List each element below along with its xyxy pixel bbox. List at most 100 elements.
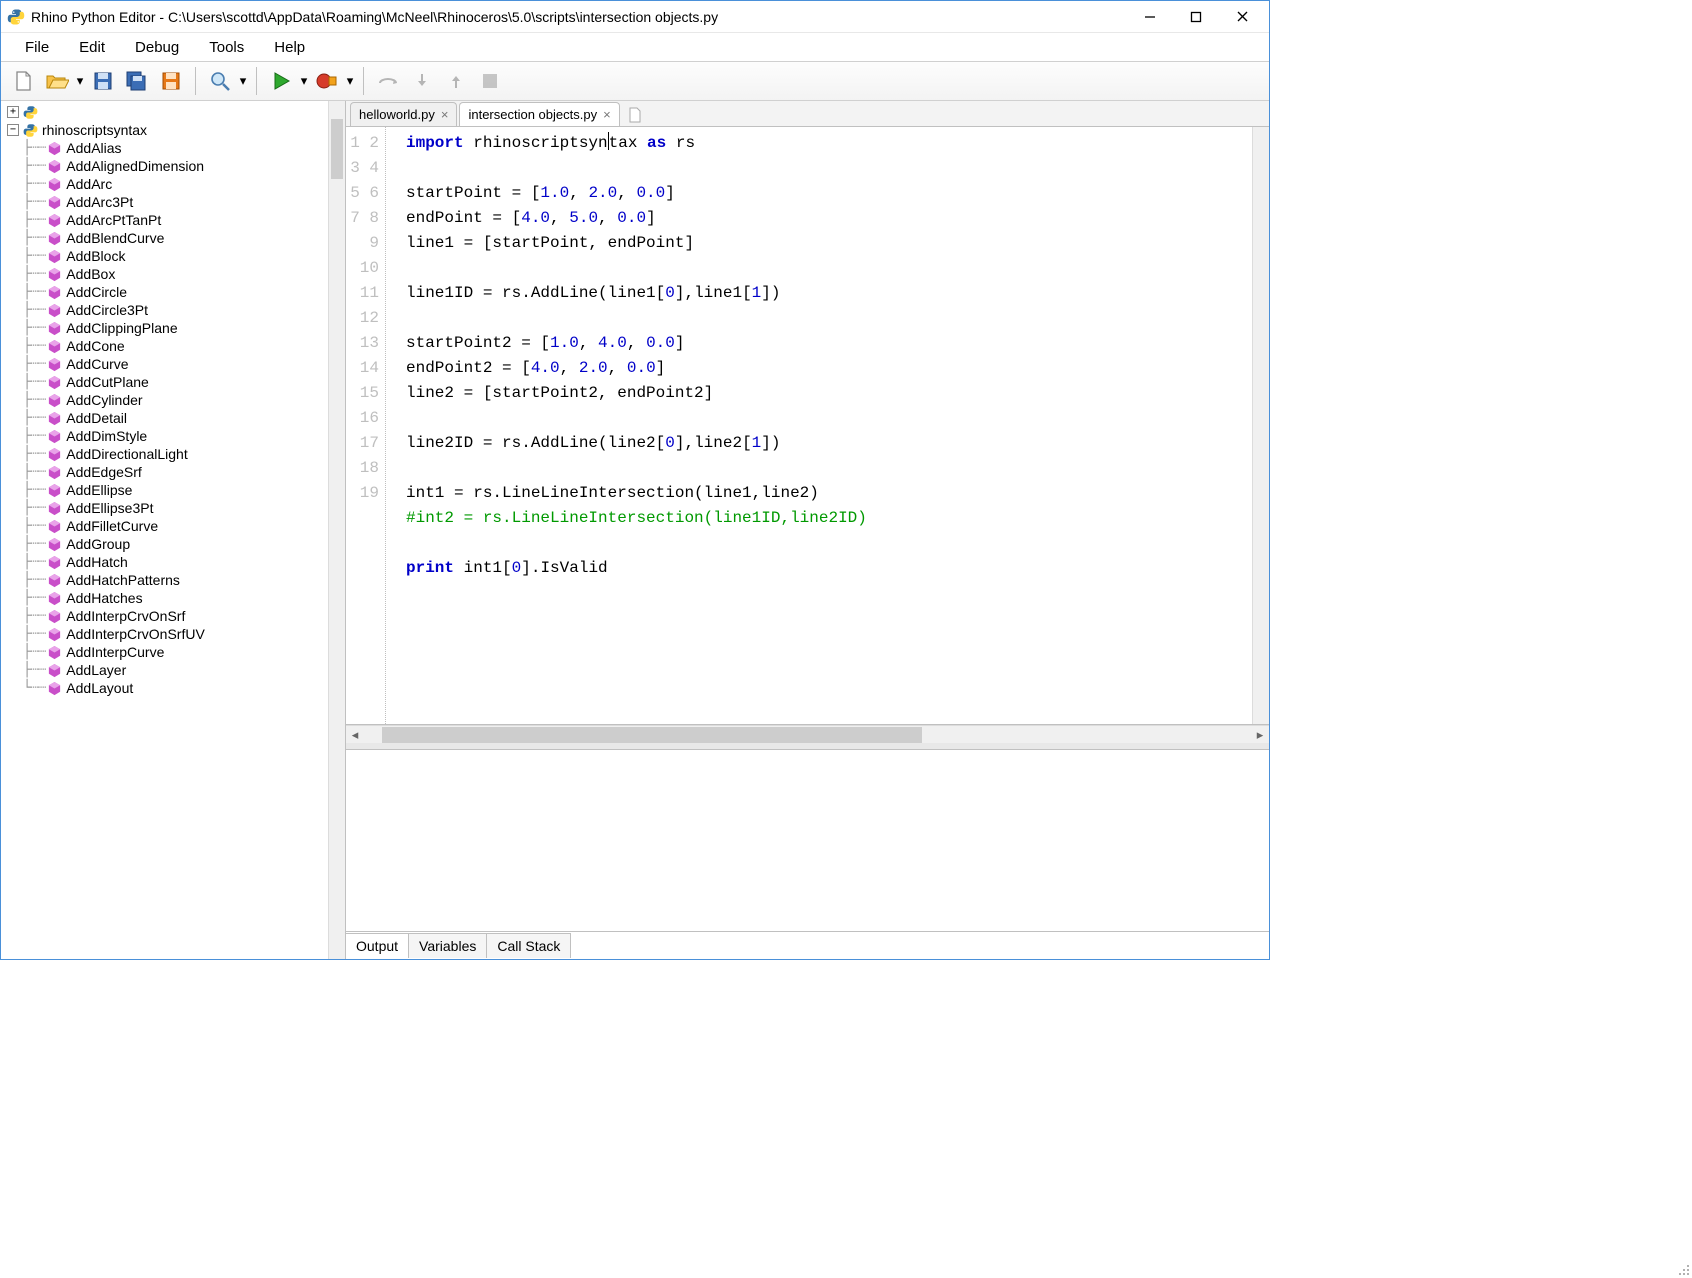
tree-item[interactable]: ├┈┈AddLayer <box>1 661 345 679</box>
code-editor[interactable]: 1 2 3 4 5 6 7 8 9 10 11 12 13 14 15 16 1… <box>346 127 1269 725</box>
save-button[interactable] <box>87 65 119 97</box>
tree-item[interactable]: ├┈┈AddGroup <box>1 535 345 553</box>
tab-output[interactable]: Output <box>345 933 409 958</box>
tree-item-label: AddBox <box>66 266 115 282</box>
tree-item-label: AddCone <box>66 338 124 354</box>
close-button[interactable] <box>1219 2 1265 32</box>
tree-item[interactable]: ├┈┈AddArc3Pt <box>1 193 345 211</box>
tree-item[interactable]: ├┈┈AddHatchPatterns <box>1 571 345 589</box>
menu-bar: File Edit Debug Tools Help <box>1 33 1269 61</box>
tree-item-label: AddFilletCurve <box>66 518 158 534</box>
tree-item-label: AddDirectionalLight <box>66 446 187 462</box>
run-button[interactable] <box>265 65 297 97</box>
tree-item[interactable]: ├┈┈AddAlias <box>1 139 345 157</box>
tree-item[interactable]: ├┈┈AddInterpCrvOnSrfUV <box>1 625 345 643</box>
output-panel[interactable] <box>346 750 1269 931</box>
new-file-button[interactable] <box>7 65 39 97</box>
tree-item[interactable]: ├┈┈AddHatch <box>1 553 345 571</box>
tree-item[interactable]: ├┈┈AddHatches <box>1 589 345 607</box>
menu-help[interactable]: Help <box>260 35 319 60</box>
tree-item[interactable]: └┈┈AddLayout <box>1 679 345 697</box>
tree-item[interactable]: ├┈┈AddDetail <box>1 409 345 427</box>
tree-node-rhinoscriptsyntax[interactable]: −rhinoscriptsyntax <box>1 121 345 139</box>
find-dropdown[interactable]: ▾ <box>238 73 248 89</box>
tree-item[interactable]: ├┈┈AddInterpCrvOnSrf <box>1 607 345 625</box>
resize-grip-icon[interactable] <box>1676 1262 1690 1276</box>
step-over-button[interactable] <box>372 65 404 97</box>
tree-item[interactable]: ├┈┈AddEdgeSrf <box>1 463 345 481</box>
tree-item[interactable]: ├┈┈AddBlock <box>1 247 345 265</box>
title-bar: Rhino Python Editor - C:\Users\scottd\Ap… <box>1 1 1269 33</box>
stop-button[interactable] <box>474 65 506 97</box>
tree-item[interactable]: ├┈┈AddDirectionalLight <box>1 445 345 463</box>
tree-item[interactable]: ├┈┈AddCircle3Pt <box>1 301 345 319</box>
tree-item[interactable]: ├┈┈AddDimStyle <box>1 427 345 445</box>
tree-item[interactable]: ├┈┈AddCylinder <box>1 391 345 409</box>
maximize-button[interactable] <box>1173 2 1219 32</box>
tree-item[interactable]: ├┈┈AddArc <box>1 175 345 193</box>
tree-item-label: AddHatchPatterns <box>66 572 180 588</box>
save-all-button[interactable] <box>121 65 153 97</box>
toolbar: ▾ ▾ ▾ ▾ <box>1 61 1269 101</box>
tree-item[interactable]: ├┈┈AddCutPlane <box>1 373 345 391</box>
tree-item-label: AddGroup <box>66 536 130 552</box>
new-tab-button[interactable] <box>622 104 648 126</box>
tree-item-label: AddDetail <box>66 410 127 426</box>
tree-item[interactable]: ├┈┈AddClippingPlane <box>1 319 345 337</box>
tree-item[interactable]: ├┈┈AddArcPtTanPt <box>1 211 345 229</box>
menu-tools[interactable]: Tools <box>195 35 258 60</box>
save-as-button[interactable] <box>155 65 187 97</box>
tree-item-label: AddLayout <box>66 680 133 696</box>
tab-helloworld[interactable]: helloworld.py × <box>350 102 457 126</box>
tab-variables[interactable]: Variables <box>408 933 487 958</box>
tree-item[interactable]: ├┈┈AddEllipse <box>1 481 345 499</box>
breakpoint-button[interactable] <box>311 65 343 97</box>
tree-item-label: AddInterpCrvOnSrfUV <box>66 626 205 642</box>
minimize-button[interactable] <box>1127 2 1173 32</box>
close-icon[interactable]: × <box>441 107 449 122</box>
menu-file[interactable]: File <box>11 35 63 60</box>
editor-vscrollbar[interactable] <box>1252 127 1269 724</box>
find-button[interactable] <box>204 65 236 97</box>
menu-edit[interactable]: Edit <box>65 35 119 60</box>
tree-item[interactable]: ├┈┈AddCircle <box>1 283 345 301</box>
module-tree-panel: + −rhinoscriptsyntax├┈┈AddAlias├┈┈AddAlig… <box>1 101 346 959</box>
tree-item[interactable]: ├┈┈AddBox <box>1 265 345 283</box>
breakpoint-dropdown[interactable]: ▾ <box>345 73 355 89</box>
tree-item[interactable]: ├┈┈AddFilletCurve <box>1 517 345 535</box>
tree-item-label: AddInterpCurve <box>66 644 164 660</box>
bottom-tabs: Output Variables Call Stack <box>346 931 1269 959</box>
tree-item-label: AddCircle <box>66 284 127 300</box>
tree-item[interactable]: ├┈┈AddInterpCurve <box>1 643 345 661</box>
tree-item[interactable]: ├┈┈AddCurve <box>1 355 345 373</box>
step-out-button[interactable] <box>440 65 472 97</box>
tree-item-label: AddBlendCurve <box>66 230 164 246</box>
tree-item-label: AddHatches <box>66 590 142 606</box>
tree-item-label: AddAlignedDimension <box>66 158 204 174</box>
expand-icon[interactable]: + <box>7 106 19 118</box>
tree-item-label: AddCylinder <box>66 392 142 408</box>
close-icon[interactable]: × <box>603 107 611 122</box>
tree-item[interactable]: ├┈┈AddEllipse3Pt <box>1 499 345 517</box>
window-title: Rhino Python Editor - C:\Users\scottd\Ap… <box>31 9 1127 25</box>
editor-tabs: helloworld.py × intersection objects.py … <box>346 101 1269 127</box>
line-gutter: 1 2 3 4 5 6 7 8 9 10 11 12 13 14 15 16 1… <box>346 127 386 724</box>
tab-intersection-objects[interactable]: intersection objects.py × <box>459 102 619 126</box>
sidebar-scrollbar[interactable] <box>328 101 345 959</box>
tree-item-label: AddEdgeSrf <box>66 464 142 480</box>
collapse-icon[interactable]: − <box>7 124 19 136</box>
open-dropdown[interactable]: ▾ <box>75 73 85 89</box>
tree-item-label: AddHatch <box>66 554 127 570</box>
tab-callstack[interactable]: Call Stack <box>486 933 571 958</box>
tree-node-python[interactable]: + <box>1 103 345 121</box>
tree-item[interactable]: ├┈┈AddBlendCurve <box>1 229 345 247</box>
tree-item[interactable]: ├┈┈AddCone <box>1 337 345 355</box>
tree-item-label: AddEllipse3Pt <box>66 500 153 516</box>
step-into-button[interactable] <box>406 65 438 97</box>
run-dropdown[interactable]: ▾ <box>299 73 309 89</box>
editor-hscrollbar[interactable]: ◂ ▸ <box>346 725 1269 743</box>
menu-debug[interactable]: Debug <box>121 35 193 60</box>
open-file-button[interactable] <box>41 65 73 97</box>
tree-item-label: AddArc3Pt <box>66 194 133 210</box>
tree-item[interactable]: ├┈┈AddAlignedDimension <box>1 157 345 175</box>
